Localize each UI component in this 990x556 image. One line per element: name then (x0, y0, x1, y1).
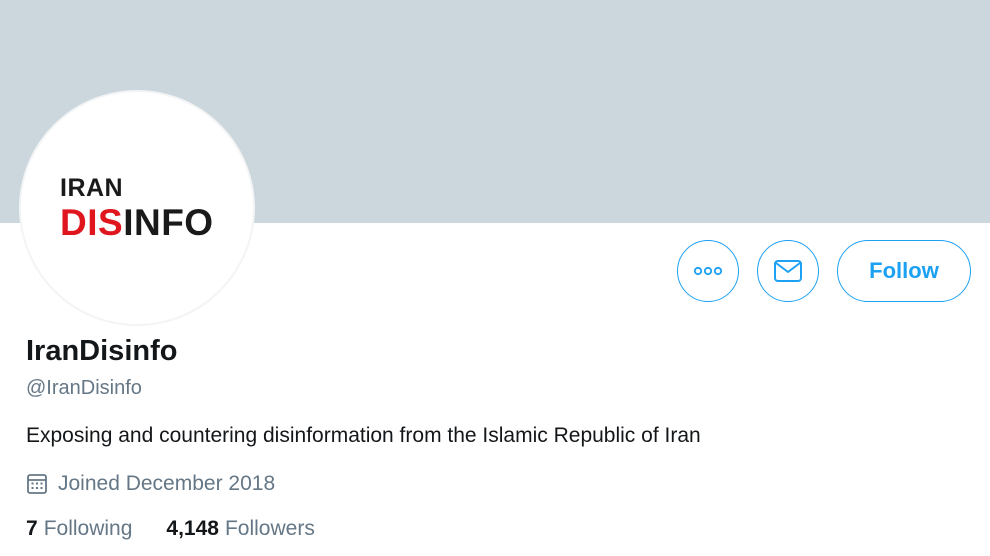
followers-count: 4,148 (166, 517, 219, 540)
joined-date: Joined December 2018 (26, 472, 275, 496)
follow-button[interactable]: Follow (837, 240, 971, 302)
calendar-icon (27, 474, 47, 494)
profile-bio: Exposing and countering disinformation f… (26, 424, 701, 447)
following-count: 7 (26, 517, 38, 540)
profile-page: IRAN DISINFO Follow IranDisinfo @IranDis… (0, 0, 990, 556)
following-link[interactable]: 7 Following (26, 517, 132, 541)
more-options-button[interactable] (677, 240, 739, 302)
joined-label: Joined December 2018 (58, 472, 276, 495)
followers-label: Followers (224, 517, 315, 540)
direct-message-button[interactable] (757, 240, 819, 302)
followers-link[interactable]: 4,148 Followers (166, 517, 314, 541)
more-icon (693, 266, 723, 276)
user-handle: @IranDisinfo (26, 377, 142, 399)
following-label: Following (43, 517, 133, 540)
logo-black-part: INFO (123, 202, 214, 243)
profile-stats: 7 Following 4,148 Followers (26, 517, 315, 541)
display-name: IranDisinfo (26, 335, 178, 367)
logo-line-iran: IRAN (60, 174, 124, 202)
envelope-icon (774, 260, 802, 282)
logo-red-part: DIS (60, 202, 124, 243)
logo-line-disinfo: DISINFO (60, 204, 214, 241)
avatar-logo: IRAN DISINFO (60, 174, 214, 242)
